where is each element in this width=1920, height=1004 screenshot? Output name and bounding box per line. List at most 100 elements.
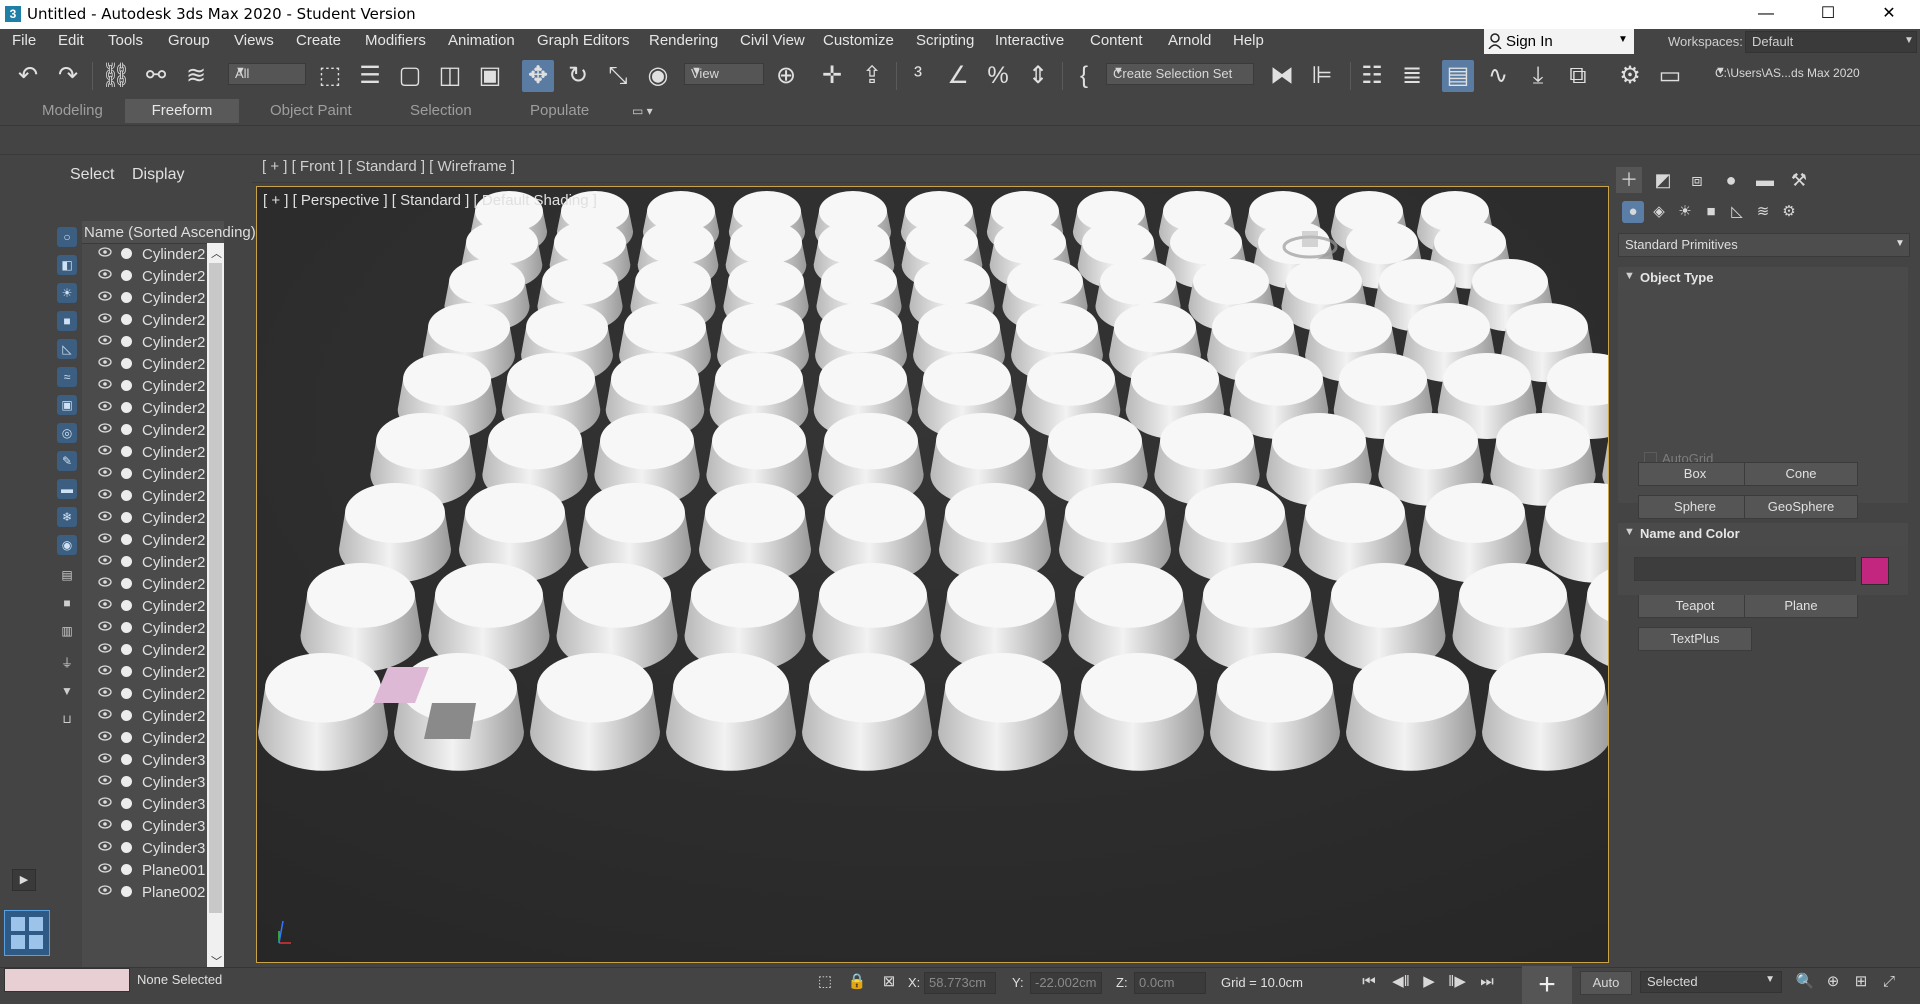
close-button[interactable]: ✕ xyxy=(1862,2,1916,26)
tab-object-paint[interactable]: Object Paint xyxy=(270,99,352,123)
maximize-viewport-icon[interactable]: ⤢ xyxy=(1878,971,1900,993)
eye-icon[interactable] xyxy=(98,863,112,873)
bind-spacewarp-icon[interactable]: ≋ xyxy=(180,60,212,92)
y-coordinate-field[interactable]: -22.002cm xyxy=(1030,972,1102,994)
systems-icon[interactable]: ⚙ xyxy=(1778,201,1800,223)
perspective-viewport-label[interactable]: [ + ] [ Perspective ] [ Standard ] [ Def… xyxy=(263,192,597,209)
list-item[interactable]: Cylinder30 xyxy=(82,837,207,859)
cylinder-object[interactable] xyxy=(258,653,388,771)
eye-icon[interactable] xyxy=(98,797,112,807)
list-item[interactable]: Cylinder30 xyxy=(82,771,207,793)
menu-help[interactable]: Help xyxy=(1233,32,1264,49)
filter-icon[interactable]: ⏚ xyxy=(57,653,77,673)
frozen-filter-icon[interactable]: ❄ xyxy=(57,507,77,527)
eye-icon[interactable] xyxy=(98,621,112,631)
name-color-rollout-header[interactable]: ▼ Name and Color xyxy=(1618,523,1908,545)
menu-scripting[interactable]: Scripting xyxy=(916,32,974,49)
curve-editor-icon[interactable]: ∿ xyxy=(1482,60,1514,92)
eye-icon[interactable] xyxy=(98,819,112,829)
menu-modifiers[interactable]: Modifiers xyxy=(365,32,426,49)
eye-icon[interactable] xyxy=(98,291,112,301)
window-crossing-toggle-icon[interactable]: ▣ xyxy=(474,60,506,92)
scroll-up-icon[interactable]: ︿ xyxy=(211,245,222,261)
link-icon[interactable]: ⛓ xyxy=(100,60,132,92)
list-item[interactable]: Cylinder29 xyxy=(82,617,207,639)
scroll-thumb[interactable] xyxy=(209,263,222,913)
eye-icon[interactable] xyxy=(98,753,112,763)
object-type-rollout-header[interactable]: ▼ Object Type xyxy=(1618,267,1908,289)
ribbon-toggle-icon[interactable]: ▤ xyxy=(1442,60,1474,92)
eye-icon[interactable] xyxy=(98,533,112,543)
list-item[interactable]: Cylinder28 xyxy=(82,485,207,507)
list-item[interactable]: Cylinder28 xyxy=(82,419,207,441)
shapes-icon[interactable]: ◈ xyxy=(1648,201,1670,223)
helper-filter-icon[interactable]: ✎ xyxy=(57,451,77,471)
funnel-icon[interactable]: ▼ xyxy=(57,681,77,701)
eye-icon[interactable] xyxy=(98,775,112,785)
spacewarps-icon[interactable]: ≋ xyxy=(1752,201,1774,223)
cylinder-object[interactable] xyxy=(1074,653,1204,771)
zoom-icon[interactable]: 🔍 xyxy=(1794,971,1816,993)
list-item[interactable]: Cylinder29 xyxy=(82,529,207,551)
eye-icon[interactable] xyxy=(98,335,112,345)
render-setup-icon[interactable]: ⚙ xyxy=(1614,60,1646,92)
explorer-tab-select[interactable]: Select xyxy=(70,166,114,184)
create-tab-icon[interactable]: ＋ xyxy=(1616,167,1642,193)
tab-modeling[interactable]: Modeling xyxy=(42,99,103,123)
snap-toggle-icon[interactable]: ³ xyxy=(902,60,934,92)
display-none-button-icon[interactable]: ■ xyxy=(57,593,77,613)
eye-icon[interactable] xyxy=(98,445,112,455)
eye-icon[interactable] xyxy=(98,401,112,411)
eye-icon[interactable] xyxy=(98,379,112,389)
object-name-field[interactable] xyxy=(1634,557,1856,581)
render-frame-icon[interactable]: ▭ xyxy=(1654,60,1686,92)
object-color-swatch[interactable] xyxy=(1861,557,1889,585)
menu-file[interactable]: File xyxy=(12,32,36,49)
select-move-icon[interactable]: ✥ xyxy=(522,60,554,92)
eye-icon[interactable] xyxy=(98,555,112,565)
eye-icon[interactable] xyxy=(98,731,112,741)
teapot-primitive-button[interactable]: Teapot xyxy=(1638,594,1752,618)
tab-selection[interactable]: Selection xyxy=(410,99,472,123)
textplus-primitive-button[interactable]: TextPlus xyxy=(1638,627,1752,651)
next-frame-icon[interactable]: ‖▶ xyxy=(1446,971,1468,993)
redo-icon[interactable]: ↷ xyxy=(52,60,84,92)
cylinder-object[interactable] xyxy=(938,653,1068,771)
play-animation-icon[interactable]: ▶ xyxy=(1418,971,1440,993)
eye-icon[interactable] xyxy=(98,269,112,279)
eye-icon[interactable] xyxy=(98,423,112,433)
minimize-button[interactable]: — xyxy=(1739,2,1793,26)
mirror-icon[interactable]: ⧓ xyxy=(1266,60,1298,92)
set-key-icon[interactable]: + xyxy=(1522,966,1572,1004)
primitive-category-dropdown[interactable]: Standard Primitives ▼ xyxy=(1618,233,1910,257)
project-folder-dropdown[interactable]: C:\Users\AS...ds Max 2020 ▼ xyxy=(1708,63,1870,85)
selection-filter-dropdown[interactable]: All ▼ xyxy=(228,63,306,85)
layer-explorer-icon[interactable]: ☷ xyxy=(1356,60,1388,92)
eye-icon[interactable] xyxy=(98,577,112,587)
list-item[interactable]: Cylinder27 xyxy=(82,287,207,309)
eye-icon[interactable] xyxy=(98,489,112,499)
menu-edit[interactable]: Edit xyxy=(58,32,84,49)
list-item[interactable]: Cylinder28 xyxy=(82,375,207,397)
menu-content[interactable]: Content xyxy=(1090,32,1143,49)
display-none-icon[interactable]: ○ xyxy=(57,227,77,247)
percent-snap-icon[interactable]: % xyxy=(982,60,1014,92)
list-item[interactable]: Cylinder28 xyxy=(82,331,207,353)
camera-filter-icon[interactable]: ■ xyxy=(57,311,77,331)
auto-key-button[interactable]: Auto xyxy=(1580,971,1632,995)
menu-tools[interactable]: Tools xyxy=(108,32,143,49)
container-icon[interactable]: ⊔ xyxy=(57,709,77,729)
list-item[interactable]: Cylinder28 xyxy=(82,441,207,463)
hierarchy-tab-icon[interactable]: ⧈ xyxy=(1684,167,1710,193)
window-crossing-icon[interactable]: ◫ xyxy=(434,60,466,92)
keyboard-shortcut-icon[interactable]: ⇪ xyxy=(856,60,888,92)
previous-frame-icon[interactable]: ◀‖ xyxy=(1390,971,1412,993)
motion-tab-icon[interactable]: ● xyxy=(1718,167,1744,193)
play-icon[interactable]: ▶ xyxy=(12,869,36,891)
list-item[interactable]: Cylinder28 xyxy=(82,507,207,529)
select-object-icon[interactable]: ⬚ xyxy=(314,60,346,92)
cylinder-object[interactable] xyxy=(1482,653,1608,771)
ribbon-options-icon[interactable]: ▭ ▾ xyxy=(632,99,653,123)
rect-select-icon[interactable]: ▢ xyxy=(394,60,426,92)
light-filter-icon[interactable]: ☀ xyxy=(57,283,77,303)
